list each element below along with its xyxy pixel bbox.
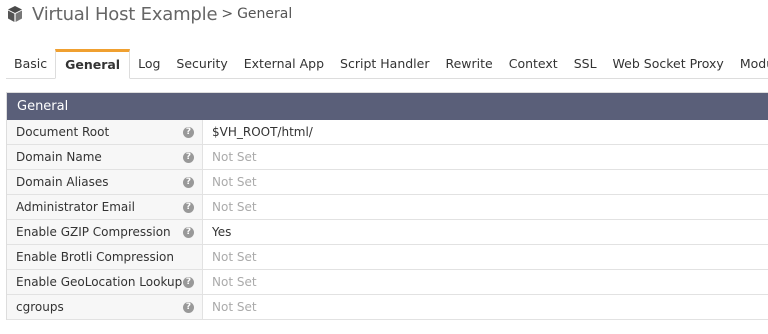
tab-log[interactable]: Log <box>130 50 168 78</box>
row-value: Yes <box>212 225 232 239</box>
table-row: Document Root? $VH_ROOT/html/ <box>7 120 768 145</box>
row-value: Not Set <box>212 150 257 164</box>
page: Virtual Host Example > General Basic Gene… <box>0 0 768 334</box>
tab-rewrite[interactable]: Rewrite <box>437 50 500 78</box>
row-value: Not Set <box>212 300 257 314</box>
help-icon[interactable]: ? <box>183 276 194 288</box>
breadcrumb-current: General <box>237 6 293 22</box>
table-row: Enable GeoLocation Lookup? Not Set <box>7 270 768 295</box>
table-row: cgroups? Not Set <box>7 295 768 320</box>
row-value: Not Set <box>212 200 257 214</box>
help-icon[interactable]: ? <box>183 151 194 163</box>
row-label: Domain Name <box>16 150 102 164</box>
row-label-cell: Document Root? <box>7 120 203 144</box>
row-value: Not Set <box>212 175 257 189</box>
table-row: Enable GZIP Compression? Yes <box>7 220 768 245</box>
table-row: Domain Name? Not Set <box>7 145 768 170</box>
table-row: Enable Brotli Compression Not Set <box>7 245 768 270</box>
tab-modules[interactable]: Modules <box>732 50 768 78</box>
cube-icon <box>6 5 24 23</box>
row-label-cell: cgroups? <box>7 295 203 319</box>
tab-general[interactable]: General <box>55 49 131 79</box>
tab-bar: Basic General Log Security External App Scrip… <box>6 48 768 79</box>
row-label: cgroups <box>16 300 64 314</box>
row-label-cell: Enable GeoLocation Lookup? <box>7 270 203 294</box>
tab-ssl[interactable]: SSL <box>566 50 605 78</box>
table-row: Domain Aliases? Not Set <box>7 170 768 195</box>
row-label-cell: Enable Brotli Compression <box>7 245 203 269</box>
row-value: Not Set <box>212 250 257 264</box>
help-icon[interactable]: ? <box>183 126 194 138</box>
row-label: Enable GZIP Compression <box>16 225 171 239</box>
breadcrumb: Virtual Host Example > General <box>6 0 292 28</box>
help-icon[interactable]: ? <box>183 226 194 238</box>
row-label: Enable GeoLocation Lookup <box>16 275 183 289</box>
row-value: $VH_ROOT/html/ <box>212 125 313 139</box>
row-label: Administrator Email <box>16 200 135 214</box>
row-label-cell: Domain Aliases? <box>7 170 203 194</box>
row-label-cell: Domain Name? <box>7 145 203 169</box>
panel-header: General <box>7 93 768 120</box>
tab-web-socket-proxy[interactable]: Web Socket Proxy <box>605 50 732 78</box>
row-label-cell: Administrator Email? <box>7 195 203 219</box>
row-label: Domain Aliases <box>16 175 109 189</box>
tab-external-app[interactable]: External App <box>236 50 332 78</box>
row-label: Document Root <box>16 125 110 139</box>
general-panel: General Document Root? $VH_ROOT/html/Doma… <box>6 92 768 320</box>
tab-context[interactable]: Context <box>501 50 566 78</box>
page-title: Virtual Host Example <box>32 3 218 25</box>
tab-script-handler[interactable]: Script Handler <box>332 50 437 78</box>
tab-security[interactable]: Security <box>168 50 235 78</box>
table-row: Administrator Email? Not Set <box>7 195 768 220</box>
row-label: Enable Brotli Compression <box>16 250 174 264</box>
help-icon[interactable]: ? <box>183 301 194 313</box>
breadcrumb-separator: > <box>221 6 234 22</box>
tab-basic[interactable]: Basic <box>6 50 55 78</box>
row-value: Not Set <box>212 275 257 289</box>
row-label-cell: Enable GZIP Compression? <box>7 220 203 244</box>
help-icon[interactable]: ? <box>183 201 194 213</box>
settings-table: Document Root? $VH_ROOT/html/Domain Name?… <box>7 120 768 320</box>
help-icon[interactable]: ? <box>183 176 194 188</box>
